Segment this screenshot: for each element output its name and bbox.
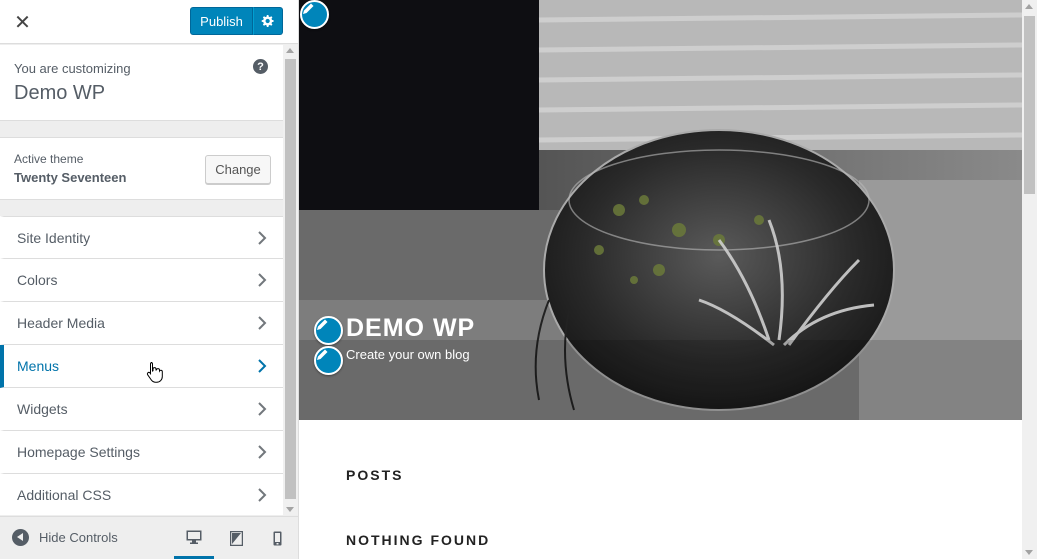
- preview-desktop-button[interactable]: [174, 517, 214, 559]
- pencil-icon: [303, 3, 314, 14]
- customizer-footer: Hide Controls: [0, 516, 298, 559]
- gear-icon: [261, 15, 274, 27]
- section-additional-css[interactable]: Additional CSS: [0, 474, 283, 515]
- chevron-right-icon: [258, 445, 267, 459]
- section-header-media[interactable]: Header Media: [0, 302, 283, 345]
- customize-info: You are customizing Demo WP ?: [0, 45, 283, 121]
- section-label: Widgets: [17, 401, 68, 417]
- close-customizer-button[interactable]: ✕: [0, 0, 45, 44]
- customizer-header: ✕ Publish: [0, 0, 298, 44]
- edit-shortcut-tagline[interactable]: [314, 346, 343, 375]
- help-icon[interactable]: ?: [253, 59, 268, 74]
- preview-tablet-button[interactable]: [216, 517, 256, 559]
- chevron-right-icon: [258, 488, 267, 502]
- site-title[interactable]: DEMO WP: [346, 314, 475, 343]
- customizing-label: You are customizing: [14, 61, 131, 76]
- preview-scrollbar[interactable]: [1022, 0, 1037, 559]
- site-content: POSTS NOTHING FOUND: [299, 420, 1022, 559]
- active-theme-label: Active theme: [14, 152, 84, 166]
- scroll-up-arrow[interactable]: [1025, 4, 1033, 9]
- chevron-right-icon: [258, 316, 267, 330]
- section-label: Menus: [17, 358, 60, 374]
- hide-controls-button[interactable]: Hide Controls: [12, 529, 118, 546]
- section-label: Homepage Settings: [17, 444, 140, 460]
- customizer-panel: You are customizing Demo WP ? Active the…: [0, 45, 283, 515]
- chevron-right-icon: [258, 273, 267, 287]
- section-label: Additional CSS: [17, 487, 112, 503]
- mobile-icon: [273, 531, 281, 546]
- publish-button[interactable]: Publish: [190, 7, 253, 35]
- pencil-icon: [317, 349, 328, 360]
- header-image: DEMO WP Create your own blog: [299, 0, 1022, 420]
- site-preview: DEMO WP Create your own blog POSTS NOTHI…: [299, 0, 1022, 559]
- chevron-right-icon: [258, 359, 267, 373]
- edit-shortcut-header[interactable]: [300, 0, 329, 29]
- scroll-down-arrow[interactable]: [286, 507, 294, 512]
- tablet-icon: [229, 531, 243, 546]
- sidebar-scroll-thumb[interactable]: [285, 59, 296, 499]
- preview-scroll-thumb[interactable]: [1024, 16, 1035, 194]
- edit-shortcut-site-title[interactable]: [314, 316, 343, 345]
- site-tagline: Create your own blog: [346, 347, 470, 362]
- change-theme-button[interactable]: Change: [205, 155, 271, 184]
- scroll-up-arrow[interactable]: [286, 48, 294, 53]
- nothing-found-heading: NOTHING FOUND: [346, 532, 491, 548]
- desktop-icon: [186, 530, 202, 544]
- site-name-title: Demo WP: [14, 82, 106, 104]
- active-theme-panel: Active theme Twenty Seventeen Change: [0, 137, 283, 200]
- section-label: Site Identity: [17, 230, 91, 246]
- section-label: Header Media: [17, 315, 105, 331]
- section-widgets[interactable]: Widgets: [0, 388, 283, 431]
- section-site-identity[interactable]: Site Identity: [0, 216, 283, 259]
- chevron-right-icon: [258, 231, 267, 245]
- section-label: Colors: [17, 272, 58, 288]
- chevron-right-icon: [258, 402, 267, 416]
- preview-mobile-button[interactable]: [257, 517, 297, 559]
- section-colors[interactable]: Colors: [0, 259, 283, 302]
- publish-settings-button[interactable]: [253, 7, 283, 35]
- collapse-arrow-icon: [12, 529, 29, 546]
- section-menus[interactable]: Menus: [0, 345, 283, 388]
- pencil-icon: [317, 319, 328, 330]
- close-icon: ✕: [14, 10, 31, 34]
- posts-heading: POSTS: [346, 467, 404, 483]
- section-list: Site Identity Colors Header Media Menus …: [0, 216, 283, 515]
- customizer-sidebar: ✕ Publish You are customizing Demo WP ? …: [0, 0, 299, 559]
- section-homepage-settings[interactable]: Homepage Settings: [0, 431, 283, 474]
- hide-controls-label: Hide Controls: [39, 530, 118, 545]
- active-theme-name: Twenty Seventeen: [14, 170, 127, 185]
- sidebar-scrollbar[interactable]: [283, 45, 298, 515]
- scroll-down-arrow[interactable]: [1025, 550, 1033, 555]
